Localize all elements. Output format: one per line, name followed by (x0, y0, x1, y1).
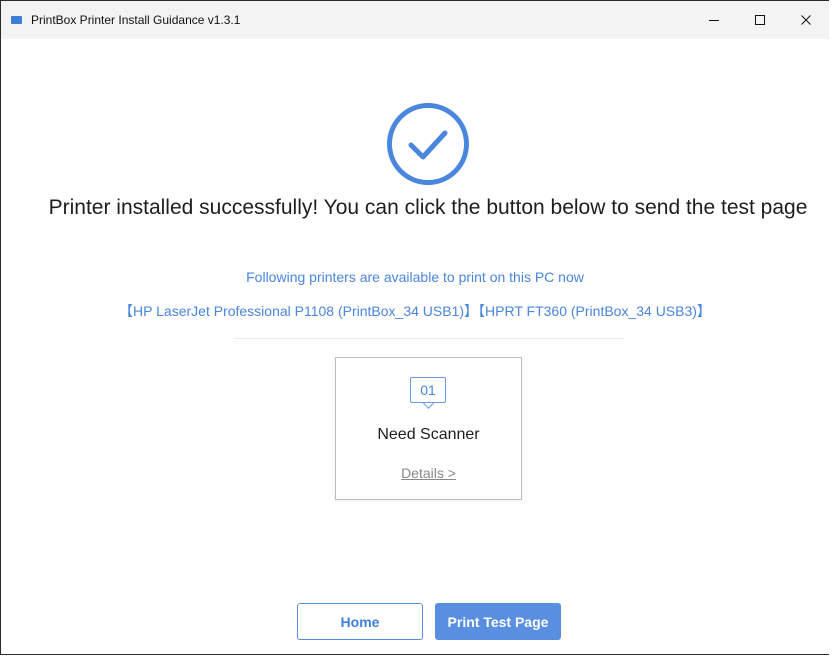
need-scanner-card[interactable]: 01 Need Scanner Details > (335, 357, 522, 500)
printer-list: 【HP LaserJet Professional P1108 (PrintBo… (119, 303, 711, 319)
details-link[interactable]: Details > (336, 465, 521, 481)
available-printers-label: Following printers are available to prin… (246, 269, 584, 285)
title-bar[interactable]: PrintBox Printer Install Guidance v1.3.1 (1, 1, 829, 39)
divider (234, 338, 624, 339)
card-number-badge: 01 (410, 377, 446, 403)
minimize-icon (709, 20, 719, 21)
window-title: PrintBox Printer Install Guidance v1.3.1 (31, 13, 241, 27)
success-headline: Printer installed successfully! You can … (48, 196, 808, 219)
app-printer-icon (11, 16, 22, 24)
home-button[interactable]: Home (297, 603, 423, 640)
window-controls (691, 1, 829, 39)
print-test-page-button[interactable]: Print Test Page (435, 603, 561, 640)
maximize-button[interactable] (737, 1, 783, 39)
close-button[interactable] (783, 1, 829, 39)
minimize-button[interactable] (691, 1, 737, 39)
success-check-icon (387, 103, 469, 185)
main-content: Printer installed successfully! You can … (1, 39, 829, 656)
app-window: PrintBox Printer Install Guidance v1.3.1 (0, 0, 829, 655)
maximize-icon (755, 15, 765, 25)
card-title: Need Scanner (377, 426, 480, 443)
close-icon (801, 15, 811, 25)
